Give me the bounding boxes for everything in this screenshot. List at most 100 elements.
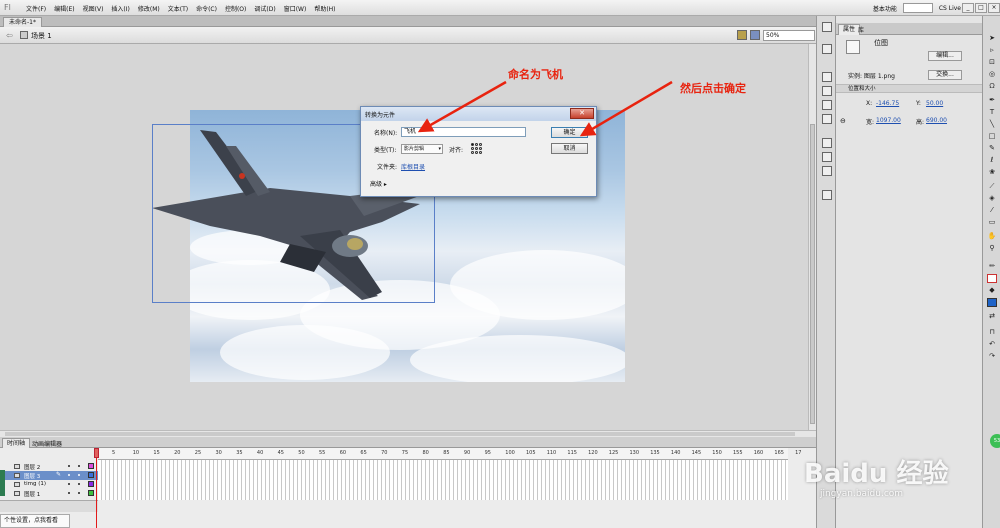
- tab-timeline[interactable]: 时间轴: [2, 438, 31, 448]
- arrow-to-ok-button: [579, 80, 673, 137]
- lock-dot-icon[interactable]: [78, 465, 80, 467]
- ruler-tick-label: 100: [505, 450, 515, 456]
- layer-name[interactable]: 图层 1: [24, 490, 40, 498]
- bitmap-type-label: 位图: [874, 39, 888, 47]
- swap-button[interactable]: 交换...: [928, 70, 962, 80]
- zoom-tool-icon[interactable]: ⚲: [987, 244, 997, 253]
- panel-icon[interactable]: [822, 166, 832, 176]
- timeline-ruler[interactable]: 5 10 15 20 25 30 35 40 45 50 55 60 65 70 75 80 85 90 95 100…: [98, 448, 801, 460]
- paint-bucket-tool-icon[interactable]: ◈: [987, 194, 997, 203]
- side-pin-tab[interactable]: [0, 470, 5, 496]
- hand-tool-icon[interactable]: ✋: [987, 232, 997, 241]
- visibility-dot-icon[interactable]: [68, 474, 70, 476]
- info-icon[interactable]: [822, 100, 832, 110]
- eraser-tool-icon[interactable]: ▭: [987, 218, 997, 227]
- selection-tool-icon[interactable]: ➤: [987, 34, 997, 43]
- timeline-frames[interactable]: [98, 460, 788, 500]
- layer-row[interactable]: timg (1): [0, 480, 98, 489]
- layer-color-swatch[interactable]: [88, 490, 94, 496]
- pen-tool-icon[interactable]: ✒: [987, 96, 997, 105]
- watermark-brand: Baidu 经验: [804, 459, 949, 489]
- brush-tool-icon[interactable]: ℓ: [987, 156, 997, 165]
- ruler-tick-label: 135: [650, 450, 660, 456]
- panel-icon[interactable]: [822, 44, 832, 54]
- panel-icon[interactable]: [822, 190, 832, 200]
- pencil-icon: ✎: [56, 471, 62, 478]
- ruler-tick-label: 5: [112, 450, 116, 456]
- fill-swatch[interactable]: [987, 298, 997, 307]
- layer-name[interactable]: 图层 3: [24, 472, 40, 480]
- layer-name[interactable]: timg (1): [24, 481, 46, 487]
- fill-color-icon[interactable]: ◆: [987, 286, 997, 295]
- panel-icon[interactable]: [822, 86, 832, 96]
- visibility-dot-icon[interactable]: [68, 492, 70, 494]
- rectangle-tool-icon[interactable]: □: [987, 132, 997, 141]
- ruler-tick-label: 90: [463, 450, 471, 456]
- layer-row[interactable]: 图层 1: [0, 489, 98, 498]
- playhead-handle[interactable]: [94, 448, 99, 458]
- eyedropper-tool-icon[interactable]: ⁄: [987, 206, 997, 215]
- lock-dot-icon[interactable]: [78, 492, 80, 494]
- text-tool-icon[interactable]: T: [987, 108, 997, 117]
- layer-color-swatch[interactable]: [88, 472, 94, 478]
- height-label: 高:: [916, 119, 925, 126]
- 3d-rotation-tool-icon[interactable]: ◎: [987, 70, 997, 79]
- lock-dot-icon[interactable]: [78, 474, 80, 476]
- line-tool-icon[interactable]: ╲: [987, 120, 997, 129]
- notification-badge[interactable]: 53: [990, 434, 1000, 448]
- y-label: Y:: [916, 100, 921, 107]
- position-size-section[interactable]: 位置和大小: [836, 84, 982, 93]
- ruler-tick-label: 15: [153, 450, 160, 456]
- ruler-tick-label: 10: [132, 450, 140, 456]
- ruler-tick-label: 115: [567, 450, 577, 456]
- y-value[interactable]: 50.00: [926, 100, 943, 107]
- smooth-icon[interactable]: ↶: [987, 340, 997, 349]
- lasso-tool-icon[interactable]: ᘯ: [987, 82, 997, 91]
- snap-magnet-icon[interactable]: ⊓: [987, 328, 997, 337]
- layer-row[interactable]: 图层 2: [0, 462, 98, 471]
- ruler-tick-label: 75: [401, 450, 409, 456]
- stroke-color-icon[interactable]: ✏: [987, 262, 997, 271]
- width-value[interactable]: 1097.00: [876, 117, 901, 124]
- ruler-tick-label: 65: [360, 450, 367, 456]
- tab-library[interactable]: 库: [858, 25, 864, 34]
- ruler-tick-label: 60: [339, 450, 347, 456]
- height-value[interactable]: 690.00: [926, 117, 947, 124]
- panel-icon[interactable]: [822, 22, 832, 32]
- transform-icon[interactable]: [822, 114, 832, 124]
- deco-tool-icon[interactable]: ❀: [987, 168, 997, 177]
- subselection-tool-icon[interactable]: ▹: [987, 46, 997, 55]
- arrow-to-name-field: [417, 80, 507, 133]
- swap-colors-icon[interactable]: ⇄: [987, 312, 997, 321]
- visibility-dot-icon[interactable]: [68, 483, 70, 485]
- free-transform-tool-icon[interactable]: ⊡: [987, 58, 997, 67]
- straighten-icon[interactable]: ↷: [987, 352, 997, 361]
- ruler-tick-label: 20: [174, 450, 181, 456]
- layer-name[interactable]: 图层 2: [24, 463, 40, 471]
- layer-icon: [14, 473, 20, 478]
- tab-properties[interactable]: 属性: [838, 24, 861, 35]
- annotation-ok-hint: 然后点击确定: [680, 82, 746, 95]
- ruler-tick-label: 25: [194, 450, 202, 456]
- pencil-tool-icon[interactable]: ✎: [987, 144, 997, 153]
- layer-color-swatch[interactable]: [88, 463, 94, 469]
- panel-icon[interactable]: [822, 152, 832, 162]
- stroke-swatch[interactable]: [987, 274, 997, 283]
- personalize-tip[interactable]: 个性设置，点我看看: [0, 514, 70, 528]
- ruler-tick-label: 45: [277, 450, 284, 456]
- lock-dot-icon[interactable]: [78, 483, 80, 485]
- layer-color-swatch[interactable]: [88, 481, 94, 487]
- visibility-dot-icon[interactable]: [68, 465, 70, 467]
- bone-tool-icon[interactable]: ⟋: [987, 182, 997, 191]
- playhead[interactable]: [94, 448, 99, 528]
- link-icon[interactable]: ⊖: [840, 117, 846, 125]
- ruler-tick-label: 30: [215, 450, 222, 456]
- tab-motion-editor[interactable]: 动画编辑器: [32, 439, 62, 448]
- edit-button[interactable]: 编辑...: [928, 51, 962, 61]
- ruler-tick-label: 35: [236, 450, 243, 456]
- panel-icon[interactable]: [822, 72, 832, 82]
- x-label: X:: [866, 100, 873, 107]
- x-value[interactable]: -146.75: [876, 100, 899, 107]
- layer-row[interactable]: 图层 3 ✎: [0, 471, 98, 480]
- panel-icon[interactable]: [822, 138, 832, 148]
